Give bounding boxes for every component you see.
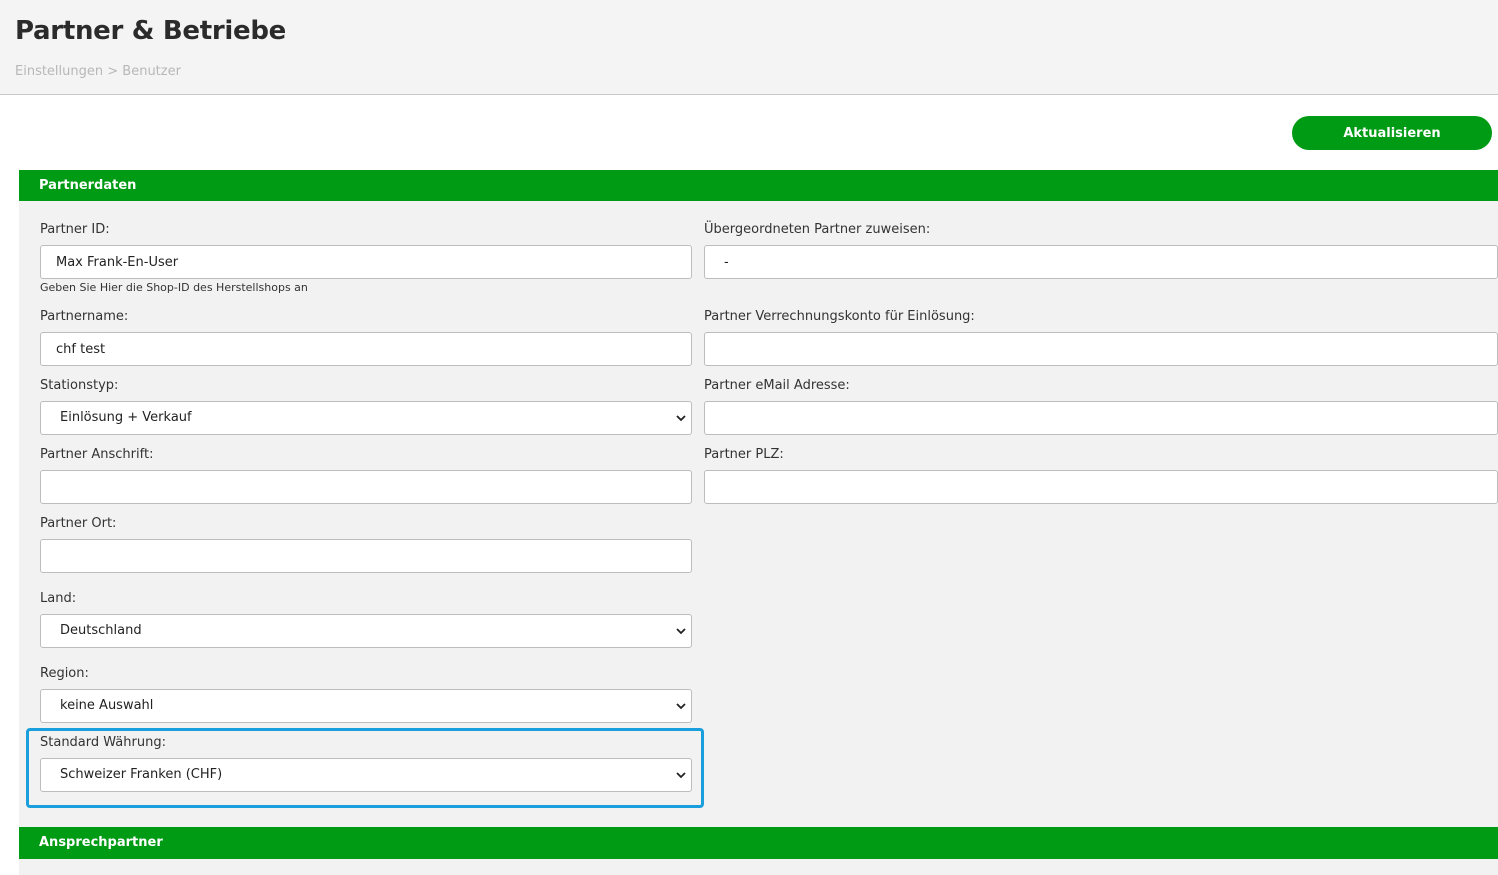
contact-panel xyxy=(19,859,1498,875)
station-type-select[interactable]: Einlösung + Verkauf xyxy=(40,401,692,435)
region-value: keine Auswahl xyxy=(60,698,154,713)
partner-id-input[interactable] xyxy=(40,245,692,279)
country-select[interactable]: Deutschland xyxy=(40,614,692,648)
partner-name-input[interactable] xyxy=(40,332,692,366)
region-label: Region: xyxy=(40,666,89,681)
breadcrumb[interactable]: Einstellungen > Benutzer xyxy=(15,64,181,79)
billing-account-label: Partner Verrechnungskonto für Einlösung: xyxy=(704,309,975,324)
email-input[interactable] xyxy=(704,401,1498,435)
address-input[interactable] xyxy=(40,470,692,504)
partner-name-label: Partnername: xyxy=(40,309,129,324)
section-header-ansprechpartner: Ansprechpartner xyxy=(19,827,1498,859)
city-label: Partner Ort: xyxy=(40,516,117,531)
country-value: Deutschland xyxy=(60,623,142,638)
page-header: Partner & Betriebe Einstellungen > Benut… xyxy=(0,0,1498,95)
update-button[interactable]: Aktualisieren xyxy=(1292,116,1492,150)
parent-partner-input[interactable] xyxy=(704,245,1498,279)
station-type-label: Stationstyp: xyxy=(40,378,119,393)
currency-select[interactable]: Schweizer Franken (CHF) xyxy=(40,758,692,792)
currency-value: Schweizer Franken (CHF) xyxy=(60,767,223,782)
parent-partner-label: Übergeordneten Partner zuweisen: xyxy=(704,222,931,237)
region-select[interactable]: keine Auswahl xyxy=(40,689,692,723)
page-title: Partner & Betriebe xyxy=(15,16,286,46)
zip-input[interactable] xyxy=(704,470,1498,504)
billing-account-input[interactable] xyxy=(704,332,1498,366)
chevron-down-icon xyxy=(676,772,686,779)
country-label: Land: xyxy=(40,591,77,606)
address-label: Partner Anschrift: xyxy=(40,447,154,462)
station-type-value: Einlösung + Verkauf xyxy=(60,410,192,425)
section-header-partnerdaten: Partnerdaten xyxy=(19,170,1498,201)
chevron-down-icon xyxy=(676,703,686,710)
partner-id-label: Partner ID: xyxy=(40,222,110,237)
email-label: Partner eMail Adresse: xyxy=(704,378,850,393)
chevron-down-icon xyxy=(676,415,686,422)
zip-label: Partner PLZ: xyxy=(704,447,784,462)
city-input[interactable] xyxy=(40,539,692,573)
currency-label: Standard Währung: xyxy=(40,735,166,750)
chevron-down-icon xyxy=(676,628,686,635)
partner-id-hint: Geben Sie Hier die Shop-ID des Herstells… xyxy=(40,281,308,294)
